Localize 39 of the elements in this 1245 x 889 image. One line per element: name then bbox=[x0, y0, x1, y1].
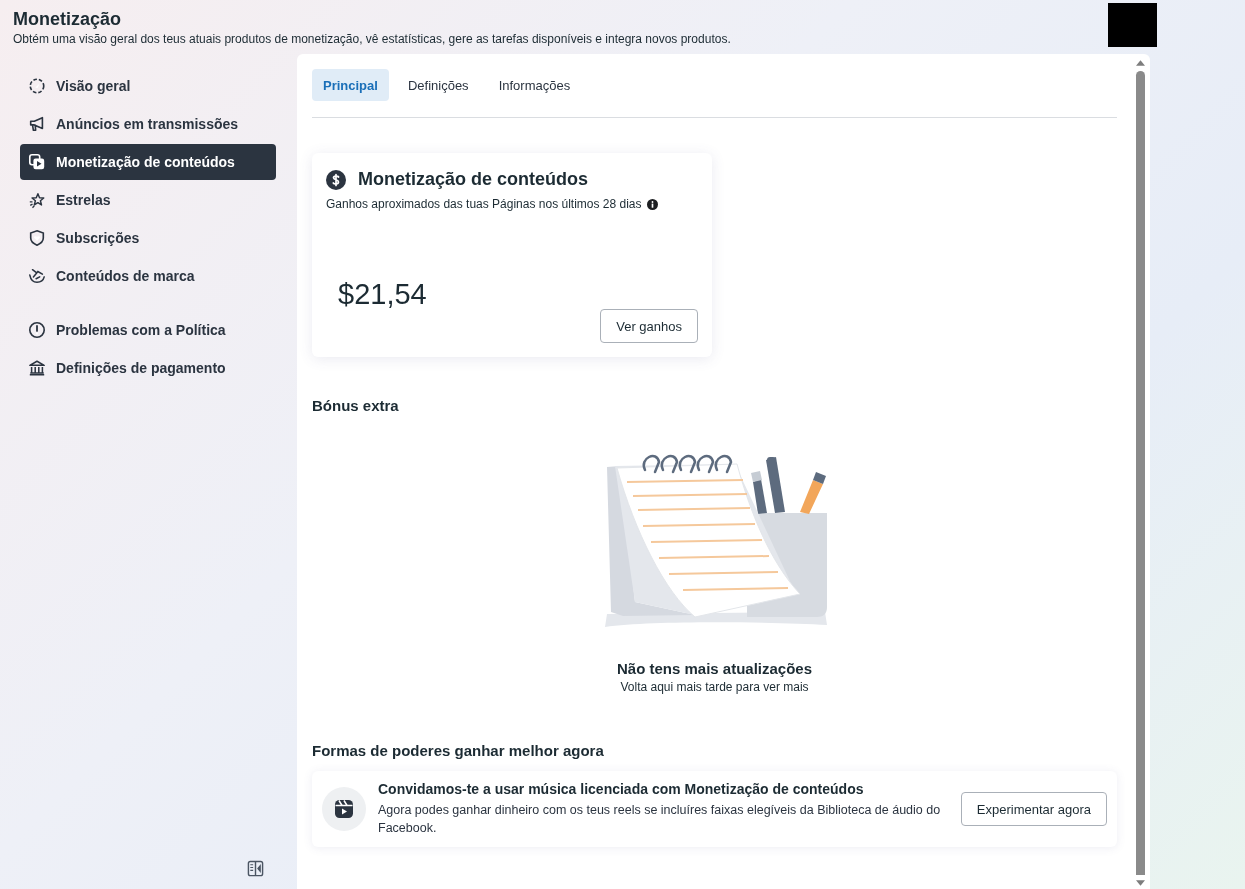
shield-heart-icon bbox=[28, 229, 46, 247]
tab[interactable]: Principal bbox=[312, 69, 389, 101]
scroll-down-icon bbox=[1135, 880, 1145, 886]
sparkle-star-icon bbox=[28, 191, 46, 209]
try-now-button[interactable]: Experimentar agora bbox=[960, 792, 1107, 826]
promo-text: Agora podes ganhar dinheiro com os teus reels se incluíres faixas elegíveis da Biblioteca de áudio do Facebook. bbox=[378, 802, 942, 837]
tab[interactable]: Definições bbox=[396, 69, 480, 101]
sidebar-item[interactable]: Conteúdos de marca bbox=[20, 258, 276, 294]
section-heading: Formas de poderes ganhar melhor agora bbox=[312, 742, 605, 759]
avatar-placeholder bbox=[1108, 3, 1157, 47]
page-subtitle: Obtém uma visão geral dos teus atuais produtos de monetização, vê estatísticas, gere as tarefas disponíveis e integra novos produtos. bbox=[13, 31, 732, 47]
reels-icon bbox=[322, 787, 366, 831]
tab[interactable]: Informações bbox=[487, 69, 582, 101]
section-heading: Bónus extra bbox=[312, 397, 400, 414]
sidebar-item[interactable]: Visão geral bbox=[20, 68, 276, 104]
scrollbar-thumb[interactable] bbox=[1135, 71, 1145, 875]
info-icon bbox=[646, 198, 658, 210]
page-title: Monetização bbox=[13, 8, 123, 30]
bank-icon bbox=[28, 359, 46, 377]
collapse-sidebar-icon bbox=[247, 860, 264, 877]
megaphone-icon bbox=[28, 115, 46, 133]
video-stack-icon bbox=[28, 153, 46, 171]
scroll-up-icon bbox=[1135, 60, 1145, 66]
sidebar-item[interactable]: Problemas com a Política bbox=[20, 312, 276, 348]
gauge-icon bbox=[28, 77, 46, 95]
sidebar-item[interactable]: Monetização de conteúdos bbox=[20, 144, 276, 180]
sidebar-item[interactable]: Definições de pagamento bbox=[20, 350, 276, 386]
dollar-circle-icon bbox=[326, 169, 346, 190]
view-earnings-button[interactable]: Ver ganhos bbox=[600, 309, 698, 343]
sidebar-item[interactable]: Anúncios em transmissões bbox=[20, 106, 276, 142]
empty-state-title: Não tens mais atualizações bbox=[616, 660, 813, 677]
card-title: Monetização de conteúdos bbox=[358, 169, 589, 190]
card-subtitle: Ganhos aproximados das tuas Páginas nos últimos 28 dias bbox=[326, 197, 642, 211]
earnings-amount: $21,54 bbox=[337, 278, 427, 312]
sidebar-item[interactable]: Subscrições bbox=[20, 220, 276, 256]
empty-state-text: Volta aqui mais tarde para ver mais bbox=[620, 680, 809, 694]
sidebar-item[interactable]: Estrelas bbox=[20, 182, 276, 218]
alert-circle-icon bbox=[28, 321, 46, 339]
promo-title: Convidamos-te a usar música licenciada com Monetização de conteúdos bbox=[378, 781, 865, 797]
